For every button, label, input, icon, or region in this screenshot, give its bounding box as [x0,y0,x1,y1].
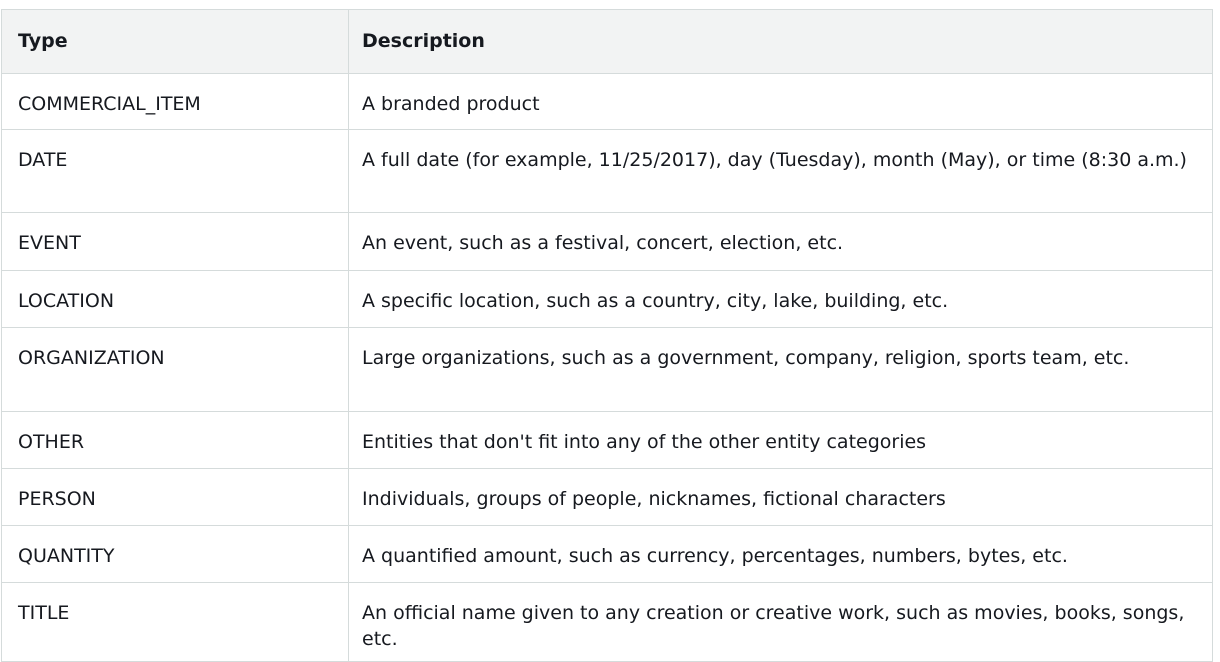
table-row: DATE A full date (for example, 11/25/201… [1,129,1213,213]
type-cell: LOCATION [1,270,349,328]
table-row: ORGANIZATION Large organizations, such a… [1,327,1213,412]
type-cell: QUANTITY [1,525,349,583]
description-column-header: Description [348,9,1213,74]
entity-types-table: Type Description COMMERCIAL_ITEM A brand… [1,9,1213,662]
type-cell: PERSON [1,468,349,526]
table-row: COMMERCIAL_ITEM A branded product [1,73,1213,130]
description-cell: A full date (for example, 11/25/2017), d… [348,129,1213,213]
table-row: LOCATION A specific location, such as a … [1,270,1213,328]
table-header-row: Type Description [1,9,1213,74]
type-column-header: Type [1,9,349,74]
table-row: QUANTITY A quantified amount, such as cu… [1,525,1213,583]
description-cell: A quantified amount, such as currency, p… [348,525,1213,583]
description-cell: An event, such as a festival, concert, e… [348,212,1213,271]
description-cell: A branded product [348,73,1213,130]
description-cell: Large organizations, such as a governmen… [348,327,1213,412]
description-cell: A specific location, such as a country, … [348,270,1213,328]
description-cell: Entities that don't fit into any of the … [348,411,1213,469]
table-row: OTHER Entities that don't fit into any o… [1,411,1213,469]
type-cell: EVENT [1,212,349,271]
description-cell: Individuals, groups of people, nicknames… [348,468,1213,526]
type-cell: TITLE [1,582,349,662]
type-cell: ORGANIZATION [1,327,349,412]
table-row: TITLE An official name given to any crea… [1,582,1213,662]
type-cell: COMMERCIAL_ITEM [1,73,349,130]
description-cell: An official name given to any creation o… [348,582,1213,662]
type-cell: DATE [1,129,349,213]
table-row: EVENT An event, such as a festival, conc… [1,212,1213,271]
type-cell: OTHER [1,411,349,469]
table-row: PERSON Individuals, groups of people, ni… [1,468,1213,526]
